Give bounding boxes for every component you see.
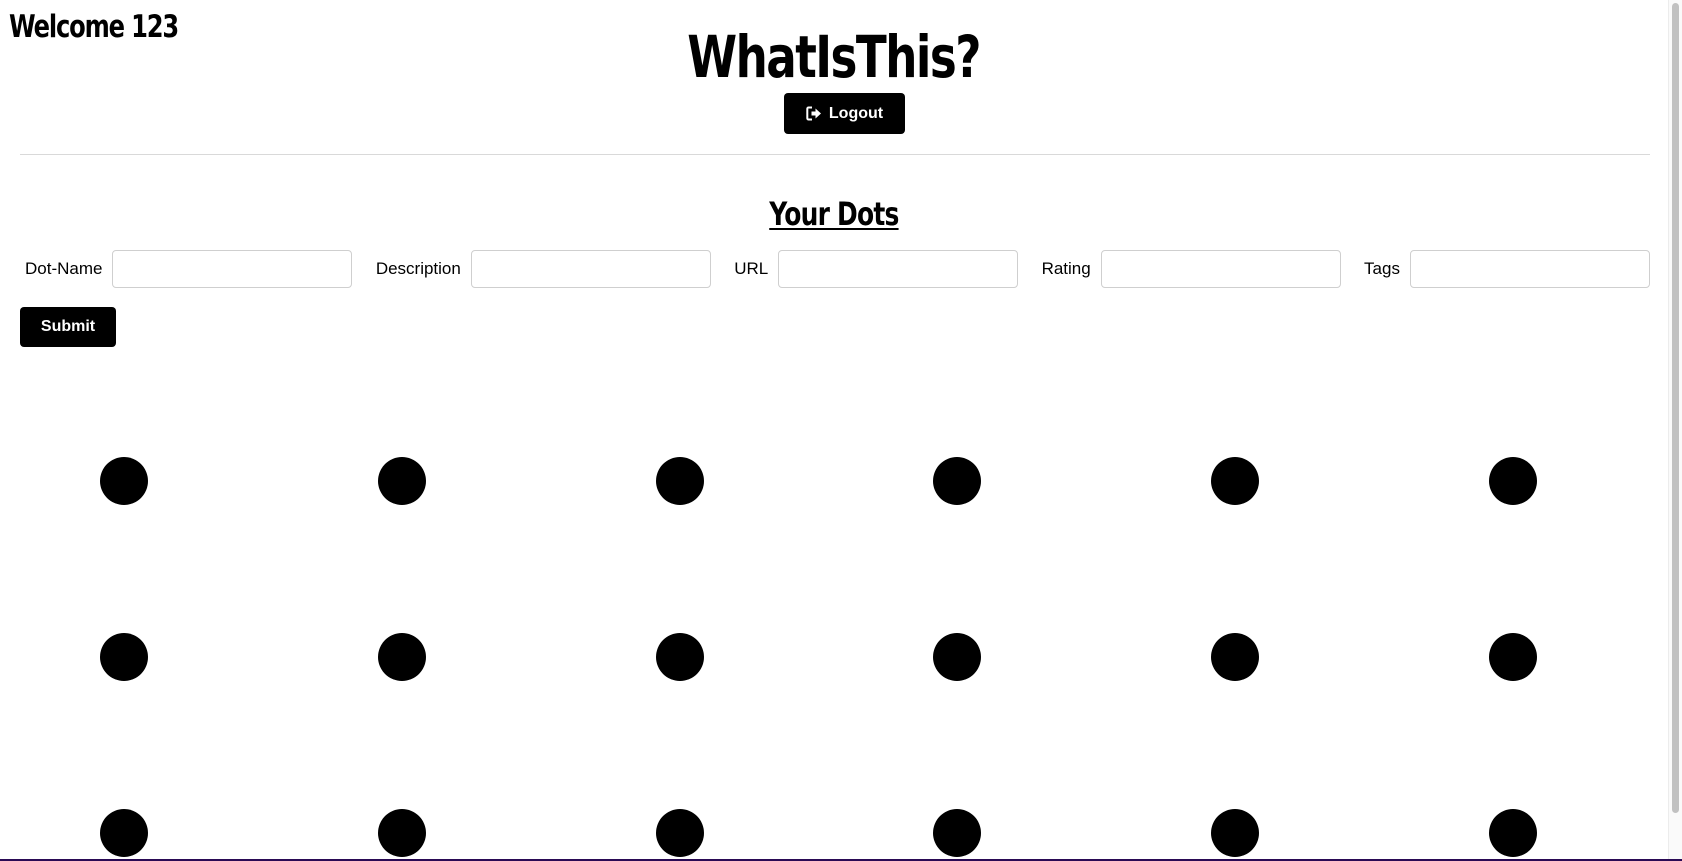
dot-item[interactable]	[933, 633, 981, 681]
dot-item[interactable]	[933, 457, 981, 505]
description-input[interactable]	[470, 250, 711, 288]
dot-item[interactable]	[1211, 633, 1259, 681]
url-input[interactable]	[778, 250, 1019, 288]
dot-item[interactable]	[100, 457, 148, 505]
scrollbar-thumb[interactable]	[1672, 3, 1679, 813]
section-title: Your Dots	[0, 198, 1668, 230]
dot-name-field: Dot-Name	[20, 250, 353, 288]
section-title-text: Your Dots	[769, 195, 899, 233]
dot-item[interactable]	[378, 457, 426, 505]
dot-item[interactable]	[933, 809, 981, 857]
dot-item[interactable]	[1211, 809, 1259, 857]
dot-item[interactable]	[656, 633, 704, 681]
header-divider	[20, 154, 1650, 155]
dot-item[interactable]	[100, 633, 148, 681]
url-label: URL	[734, 259, 769, 278]
logout-button[interactable]: Logout	[784, 93, 905, 134]
dot-name-input[interactable]	[112, 250, 353, 288]
tags-label: Tags	[1364, 259, 1400, 278]
dot-item[interactable]	[1489, 457, 1537, 505]
dot-item[interactable]	[1211, 457, 1259, 505]
tags-field: Tags	[1359, 250, 1650, 288]
dot-form: Dot-Name Description URL Rating Tags	[20, 250, 1650, 288]
vertical-scrollbar[interactable]	[1668, 0, 1682, 859]
dot-item[interactable]	[656, 809, 704, 857]
dot-item[interactable]	[378, 633, 426, 681]
sign-out-icon	[806, 106, 821, 121]
dot-item[interactable]	[100, 809, 148, 857]
rating-field: Rating	[1037, 250, 1341, 288]
rating-input[interactable]	[1100, 250, 1341, 288]
url-field: URL	[729, 250, 1019, 288]
dot-item[interactable]	[1489, 633, 1537, 681]
logout-label: Logout	[828, 104, 884, 122]
dot-item[interactable]	[656, 457, 704, 505]
rating-label: Rating	[1041, 259, 1091, 278]
dot-item[interactable]	[378, 809, 426, 857]
tags-input[interactable]	[1409, 250, 1650, 288]
page: Welcome 123 WhatIsThis? Logout Your Dots…	[0, 0, 1682, 859]
app-title: WhatIsThis?	[0, 28, 1668, 86]
dot-item[interactable]	[1489, 809, 1537, 857]
submit-button[interactable]: Submit	[20, 307, 116, 347]
dot-name-label: Dot-Name	[25, 259, 103, 278]
description-field: Description	[371, 250, 711, 288]
description-label: Description	[375, 259, 461, 278]
app-title-text: WhatIsThis?	[687, 23, 982, 91]
